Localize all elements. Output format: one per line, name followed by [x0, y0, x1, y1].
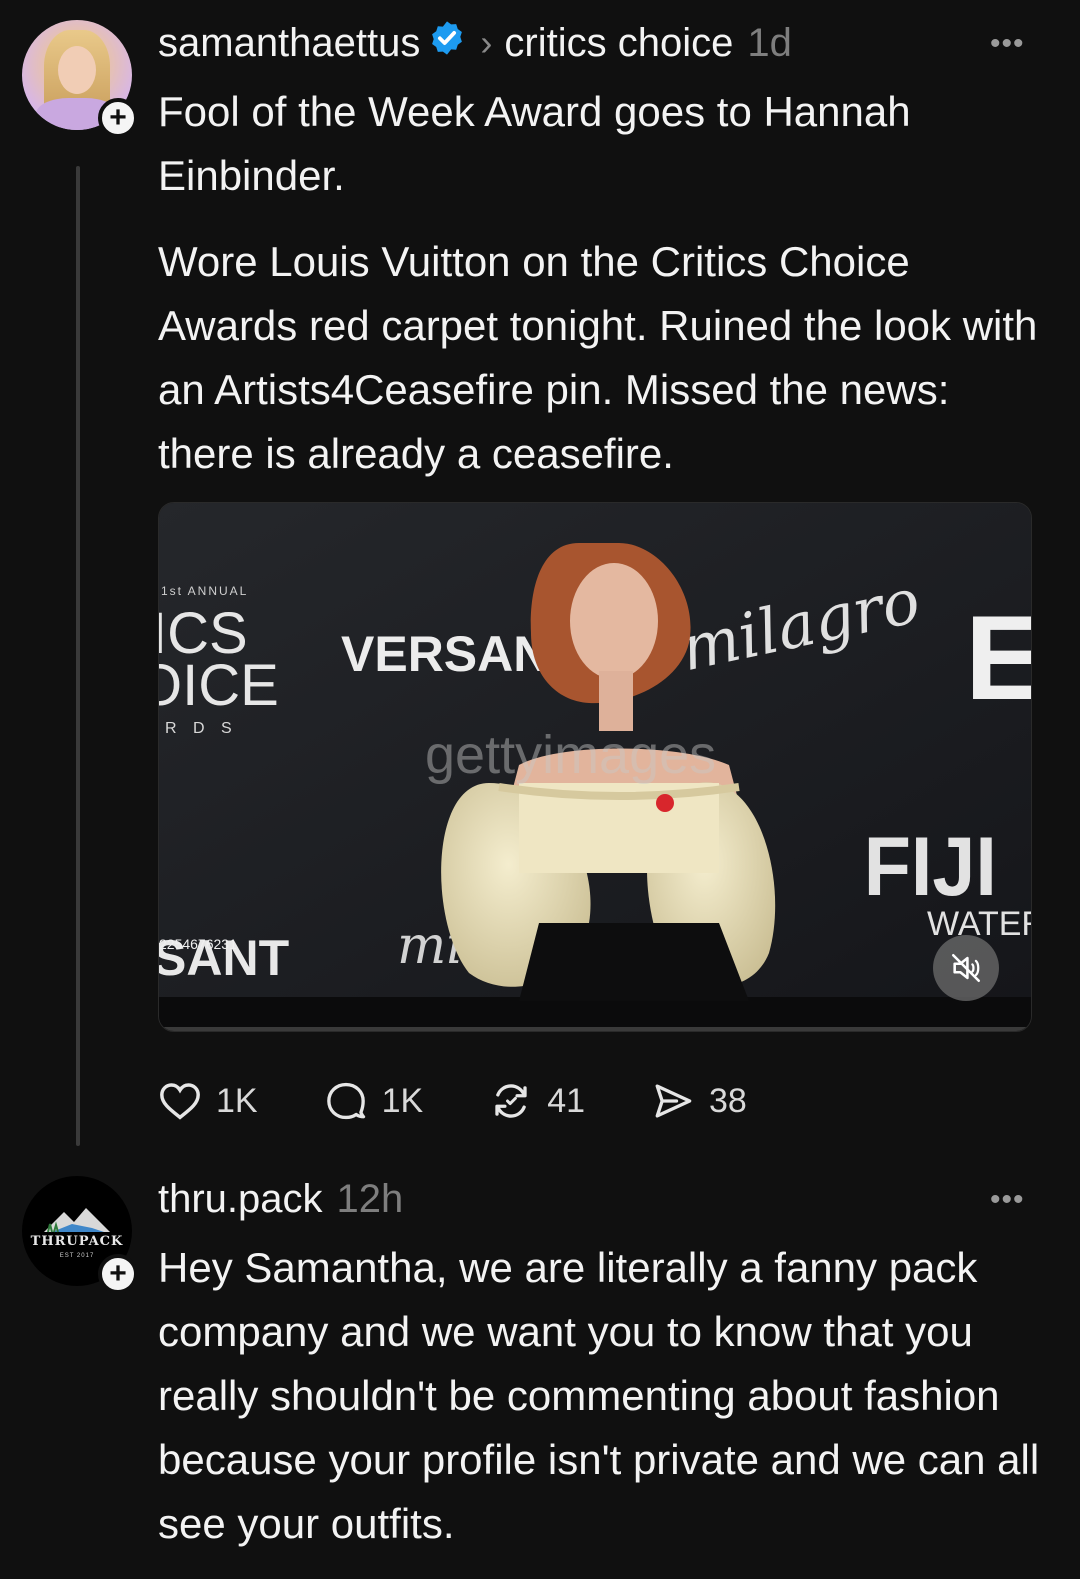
share-count: 38	[709, 1081, 747, 1120]
comment-button[interactable]: 1K	[324, 1080, 424, 1122]
reply-more-options-icon[interactable]: •••	[990, 1185, 1030, 1215]
post-text-line1: Fool of the Week Award goes to Hannah Ei…	[158, 88, 911, 199]
post-text-body: Wore Louis Vuitton on the Critics Choice…	[158, 238, 1038, 477]
more-options-icon[interactable]: •••	[990, 29, 1030, 59]
backdrop-text-rds: R D S	[165, 720, 238, 737]
video-frame: 1st ANNUAL ICS OICE R D S VERSAN milagro…	[159, 503, 1031, 1031]
reply-username[interactable]: thru.pack	[158, 1177, 323, 1222]
share-button[interactable]: 38	[651, 1080, 747, 1122]
chevron-right-icon: ›	[480, 22, 493, 63]
comment-bubble-icon	[326, 1082, 365, 1120]
post-video[interactable]: 1st ANNUAL ICS OICE R D S VERSAN milagro…	[158, 502, 1032, 1032]
reply-avatar-brand: THRUPACK	[30, 1234, 124, 1249]
comment-count: 1K	[381, 1081, 424, 1120]
backdrop-text-fiji: FIJI	[864, 820, 997, 914]
post-action-bar: 1K 1K 41 38	[158, 1078, 813, 1124]
reply-text: Hey Samantha, we are literally a fanny p…	[158, 1244, 1040, 1547]
backdrop-text-e: E	[965, 591, 1031, 725]
send-share-icon	[655, 1084, 692, 1118]
reply-follow-plus-icon[interactable]: +	[98, 1254, 138, 1294]
image-id-label: 2254676231	[159, 936, 237, 952]
author-username[interactable]: samanthaettus	[158, 21, 420, 66]
like-button[interactable]: 1K	[158, 1081, 258, 1121]
reply-header: thru.pack 12h	[158, 1174, 403, 1224]
thread-connector-line	[76, 166, 80, 1146]
heart-icon	[160, 1083, 200, 1120]
backdrop-text-annual: 1st ANNUAL	[161, 584, 248, 598]
follow-plus-icon[interactable]: +	[98, 98, 138, 138]
thread-feed: + samanthaettus › critics choice 1d ••• …	[0, 0, 1080, 1579]
backdrop-text-versant: VERSAN	[341, 626, 549, 682]
topic-tag[interactable]: critics choice	[504, 21, 733, 66]
post-timestamp: 1d	[747, 20, 792, 65]
verified-badge-icon	[428, 19, 466, 67]
getty-watermark: gettyimages	[425, 725, 716, 785]
mute-toggle-button[interactable]	[933, 935, 999, 1001]
post-header: samanthaettus › critics choice 1d	[158, 18, 792, 68]
like-count: 1K	[216, 1081, 258, 1120]
repost-count: 41	[547, 1081, 586, 1120]
repost-button[interactable]: 41	[489, 1080, 585, 1122]
backdrop-text-oice: OICE	[159, 653, 279, 718]
reply-timestamp: 12h	[336, 1176, 404, 1221]
mountain-logo-icon	[44, 1208, 110, 1233]
repost-icon	[495, 1084, 527, 1118]
speaker-muted-icon	[951, 953, 981, 983]
